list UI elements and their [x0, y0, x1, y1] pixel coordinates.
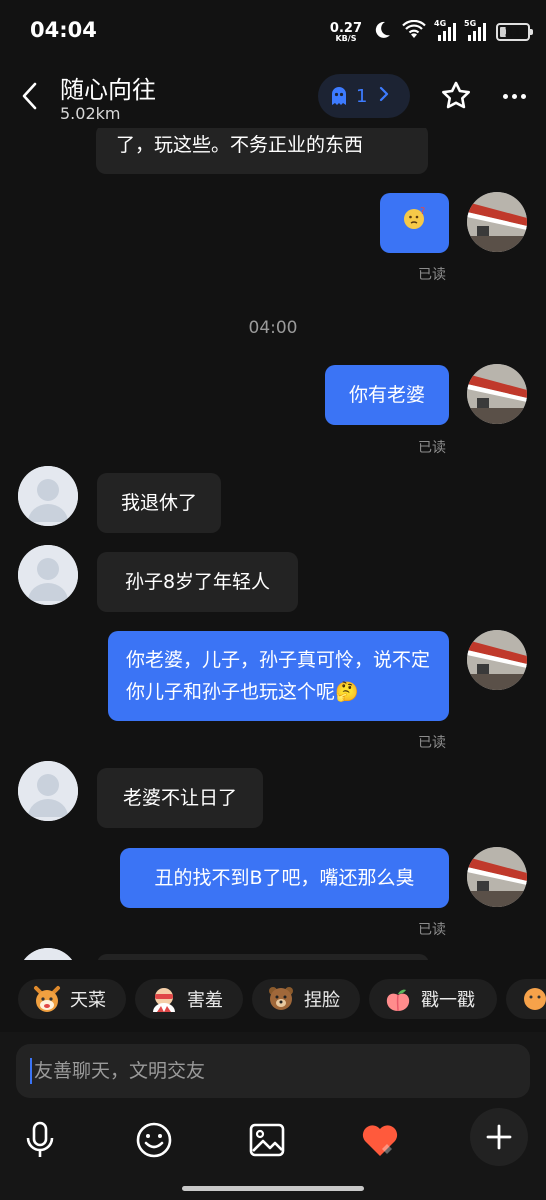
back-button[interactable]: [14, 78, 44, 114]
status-bar: 04:04 0.27 KB/S 4G 5G 21: [0, 0, 546, 64]
emoji-icon: [520, 984, 546, 1014]
peach-emoji-icon: [383, 984, 413, 1014]
message-bubble-incoming[interactable]: 孙子8岁了年轻人: [97, 552, 298, 612]
plus-icon: [486, 1124, 512, 1150]
message-bubble-outgoing[interactable]: ?: [380, 193, 449, 253]
my-avatar[interactable]: [467, 630, 527, 690]
message-bubble-incoming[interactable]: 老婆不让日了: [97, 768, 263, 828]
star-icon: [442, 81, 470, 109]
home-indicator[interactable]: [182, 1186, 364, 1191]
contact-avatar[interactable]: [18, 466, 78, 526]
my-avatar[interactable]: [467, 847, 527, 907]
default-avatar-icon: [18, 466, 78, 526]
default-avatar-icon: [18, 948, 78, 960]
message-input[interactable]: [33, 1060, 530, 1082]
read-receipt: 已读: [418, 735, 446, 751]
quick-reaction-chip[interactable]: [506, 979, 546, 1019]
status-icons: 0.27 KB/S 4G 5G 21: [329, 18, 533, 46]
moon-icon: [372, 20, 392, 44]
chat-messages[interactable]: 了，玩这些。不务正业的东西 ? 已读 04:00 你有老婆 已读 我退休了 孙子…: [0, 128, 546, 960]
contact-name[interactable]: 随心向往: [60, 70, 156, 105]
favorite-button[interactable]: [438, 78, 474, 114]
text-caret: [30, 1058, 32, 1084]
message-bubble-outgoing[interactable]: 你有老婆: [325, 365, 449, 425]
visitor-count: 1: [356, 85, 368, 107]
bear-emoji-icon: [266, 984, 296, 1014]
dog-emoji-icon: [32, 984, 62, 1014]
my-avatar[interactable]: [467, 364, 527, 424]
ghost-icon: [328, 85, 350, 107]
gift-heart-button[interactable]: [358, 1118, 402, 1162]
read-receipt: 已读: [418, 267, 446, 283]
status-time: 04:04: [30, 18, 97, 42]
heart-icon: [362, 1125, 398, 1156]
voice-button[interactable]: [18, 1118, 62, 1162]
composer: [0, 1032, 546, 1200]
quick-reaction-chip[interactable]: 天菜: [18, 979, 126, 1019]
image-button[interactable]: [245, 1118, 289, 1162]
signal-5g-icon: 5G: [464, 19, 486, 41]
more-dot-icon: [520, 93, 526, 99]
microphone-icon: [26, 1121, 54, 1157]
signal-4g-icon: 4G: [434, 19, 456, 41]
contact-avatar[interactable]: [18, 545, 78, 605]
battery-icon: 21: [496, 23, 533, 41]
message-bubble-outgoing[interactable]: 丑的找不到B了吧，嘴还那么臭: [120, 848, 449, 908]
svg-text:?: ?: [420, 206, 425, 217]
composer-toolbar: [0, 1118, 546, 1162]
message-timestamp: 04:00: [248, 318, 298, 338]
read-receipt: 已读: [418, 440, 446, 456]
default-avatar-icon: [18, 545, 78, 605]
wifi-icon: [402, 19, 426, 44]
chevron-left-icon: [22, 82, 37, 110]
thinking-emoji-icon: ?: [402, 205, 428, 241]
contact-avatar[interactable]: [18, 761, 78, 821]
image-icon: [249, 1123, 285, 1157]
network-speed: 0.27 KB/S: [329, 20, 362, 43]
message-bubble-incoming[interactable]: 我退休了: [97, 473, 221, 533]
quick-reaction-bar[interactable]: 天菜 害羞 捏脸 戳一戳: [0, 960, 546, 1032]
more-dot-icon: [502, 93, 508, 99]
my-avatar[interactable]: [467, 192, 527, 252]
message-bubble-outgoing[interactable]: 你老婆，儿子，孙子真可怜，说不定你儿子和孙子也玩这个呢🤔: [108, 631, 449, 721]
message-bubble-incoming[interactable]: 了，玩这些。不务正业的东西: [96, 128, 428, 174]
more-actions-button[interactable]: [470, 1108, 528, 1166]
message-input-box[interactable]: [16, 1044, 530, 1098]
contact-distance: 5.02km: [60, 104, 121, 123]
more-dot-icon: [511, 93, 517, 99]
contact-avatar[interactable]: [18, 948, 78, 960]
chevron-right-icon: [379, 86, 389, 106]
shy-emoji-icon: [149, 984, 179, 1014]
visitor-pill-button[interactable]: 1: [318, 74, 410, 118]
chat-header: 随心向往 5.02km 1: [0, 64, 546, 128]
quick-reaction-chip[interactable]: 捏脸: [252, 979, 360, 1019]
read-receipt: 已读: [418, 922, 446, 938]
quick-reaction-chip[interactable]: 戳一戳: [369, 979, 497, 1019]
smiley-icon: [136, 1122, 172, 1158]
default-avatar-icon: [18, 761, 78, 821]
more-button[interactable]: [496, 78, 532, 114]
quick-reaction-chip[interactable]: 害羞: [135, 979, 243, 1019]
emoji-button[interactable]: [132, 1118, 176, 1162]
